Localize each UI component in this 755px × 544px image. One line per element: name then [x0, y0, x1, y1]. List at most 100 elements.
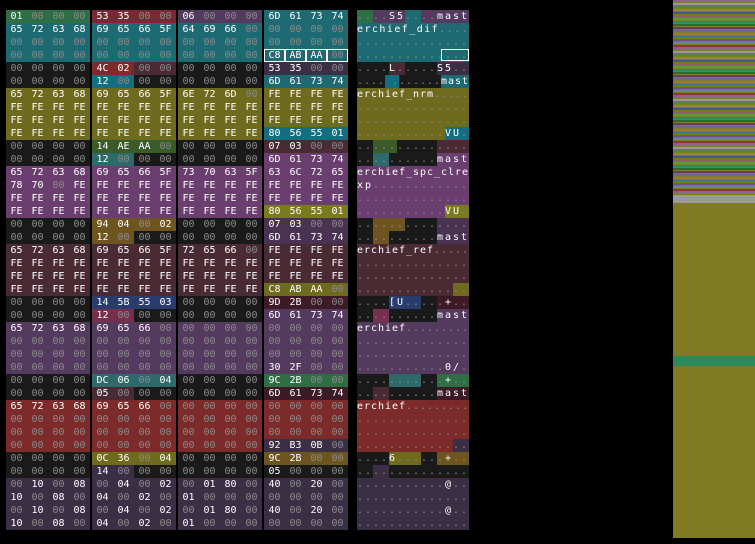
hex-byte[interactable]: 00	[6, 335, 27, 348]
ascii-char[interactable]: .	[397, 205, 405, 218]
ascii-char[interactable]: c	[372, 23, 379, 36]
ascii-char[interactable]: .	[437, 361, 445, 374]
hex-byte[interactable]: 00	[199, 452, 220, 465]
hex-byte[interactable]: 00	[69, 426, 90, 439]
ascii-char[interactable]: .	[421, 374, 429, 387]
ascii-char[interactable]: .	[413, 75, 420, 88]
hex-byte[interactable]: 00	[92, 504, 113, 517]
ascii-char[interactable]: .	[455, 322, 462, 335]
hex-byte[interactable]: 00	[155, 491, 176, 504]
ascii-char[interactable]: .	[413, 374, 421, 387]
hex-byte[interactable]: 00	[113, 335, 134, 348]
ascii-char[interactable]: .	[437, 283, 445, 296]
ascii-char[interactable]: .	[381, 296, 389, 309]
hex-byte[interactable]: 00	[285, 465, 306, 478]
ascii-char[interactable]: .	[434, 244, 441, 257]
hex-byte[interactable]: AA	[306, 49, 327, 62]
ascii-char[interactable]: .	[429, 452, 437, 465]
hex-byte[interactable]: 63	[48, 322, 69, 335]
hex-byte[interactable]: 00	[6, 218, 27, 231]
ascii-char[interactable]: .	[461, 205, 469, 218]
hex-byte[interactable]: 00	[199, 231, 220, 244]
hex-byte[interactable]: FE	[69, 257, 90, 270]
hex-byte[interactable]: 00	[69, 296, 90, 309]
ascii-char[interactable]: e	[357, 166, 364, 179]
hex-byte[interactable]: 04	[113, 504, 134, 517]
ascii-char[interactable]: .	[389, 101, 397, 114]
hex-byte[interactable]: 61	[285, 10, 306, 23]
hex-byte[interactable]: 10	[6, 491, 27, 504]
ascii-char[interactable]: V	[445, 127, 453, 140]
ascii-char[interactable]: .	[453, 218, 461, 231]
hex-byte[interactable]: 00	[134, 413, 155, 426]
hex-byte[interactable]: 00	[6, 465, 27, 478]
ascii-char[interactable]: .	[405, 361, 413, 374]
hex-byte[interactable]: 00	[241, 426, 262, 439]
hex-byte[interactable]: 00	[178, 426, 199, 439]
ascii-char[interactable]: t	[461, 309, 469, 322]
hex-byte[interactable]: 00	[6, 504, 27, 517]
hex-byte[interactable]: 56	[285, 205, 306, 218]
hex-byte[interactable]: 63	[264, 166, 285, 179]
ascii-char[interactable]: 5	[445, 62, 453, 75]
hex-byte[interactable]: 03	[285, 218, 306, 231]
ascii-char[interactable]: .	[365, 413, 373, 426]
ascii-char[interactable]: .	[373, 49, 381, 62]
ascii-char[interactable]: .	[420, 400, 427, 413]
ascii-char[interactable]: .	[421, 62, 429, 75]
hex-byte[interactable]: 00	[69, 335, 90, 348]
ascii-char[interactable]: t	[461, 231, 469, 244]
ascii-char[interactable]: .	[381, 348, 389, 361]
hex-byte[interactable]: 02	[155, 218, 176, 231]
hex-byte[interactable]: 00	[69, 452, 90, 465]
hex-byte[interactable]: FE	[27, 114, 48, 127]
hex-byte[interactable]: 00	[27, 387, 48, 400]
hex-byte[interactable]: 00	[241, 88, 262, 101]
hex-byte[interactable]: FE	[134, 127, 155, 140]
hex-byte[interactable]: 00	[69, 348, 90, 361]
ascii-char[interactable]: .	[461, 101, 469, 114]
ascii-char[interactable]: h	[378, 400, 385, 413]
hex-byte[interactable]: 00	[285, 335, 306, 348]
hex-byte[interactable]: 00	[48, 153, 69, 166]
ascii-char[interactable]: .	[381, 413, 389, 426]
hex-byte[interactable]: 00	[113, 439, 134, 452]
ascii-char[interactable]: s	[453, 387, 461, 400]
ascii-char[interactable]: .	[441, 400, 448, 413]
hex-byte[interactable]: 40	[264, 478, 285, 491]
ascii-char[interactable]: .	[373, 452, 381, 465]
ascii-char[interactable]: .	[405, 504, 413, 517]
ascii-char[interactable]: .	[445, 465, 453, 478]
ascii-char[interactable]: .	[373, 231, 381, 244]
hex-byte[interactable]: FE	[113, 270, 134, 283]
hex-byte[interactable]: 73	[306, 10, 327, 23]
hex-byte[interactable]: 07	[264, 140, 285, 153]
hex-byte[interactable]: 00	[327, 296, 348, 309]
ascii-char[interactable]: .	[429, 426, 437, 439]
hex-byte[interactable]: 9D	[264, 296, 285, 309]
hex-byte[interactable]: 00	[327, 361, 348, 374]
ascii-char[interactable]: .	[434, 75, 441, 88]
hex-byte[interactable]: FE	[264, 257, 285, 270]
ascii-char[interactable]: .	[427, 322, 434, 335]
ascii-char[interactable]: .	[437, 439, 445, 452]
hex-byte[interactable]: 00	[199, 10, 220, 23]
hex-byte[interactable]: 04	[113, 218, 134, 231]
ascii-char[interactable]: .	[389, 374, 397, 387]
hex-byte[interactable]: 61	[285, 387, 306, 400]
hex-byte[interactable]: FE	[220, 114, 241, 127]
hex-byte[interactable]: 01	[199, 504, 220, 517]
hex-byte[interactable]: 00	[306, 296, 327, 309]
hex-byte[interactable]: FE	[69, 101, 90, 114]
ascii-char[interactable]: .	[461, 283, 469, 296]
ascii-char[interactable]: .	[445, 36, 453, 49]
hex-byte[interactable]: 00	[220, 348, 241, 361]
hex-byte[interactable]: 00	[178, 400, 199, 413]
hex-byte[interactable]: FE	[285, 114, 306, 127]
ascii-char[interactable]: .	[445, 101, 453, 114]
ascii-char[interactable]: .	[389, 153, 397, 166]
hex-byte[interactable]: 00	[199, 413, 220, 426]
hex-byte[interactable]: 00	[69, 218, 90, 231]
ascii-char[interactable]: i	[385, 244, 392, 257]
hex-byte[interactable]: 00	[327, 218, 348, 231]
